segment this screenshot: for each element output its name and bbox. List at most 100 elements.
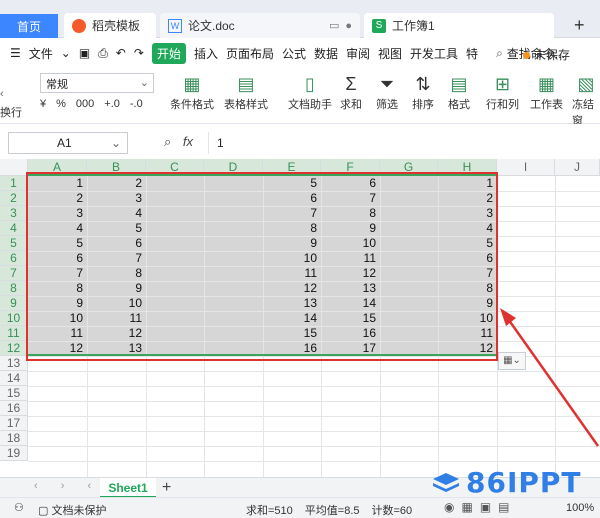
row-header-1[interactable]: 1	[0, 176, 28, 191]
add-sheet-button[interactable]: +	[162, 478, 171, 498]
row-header-13[interactable]: 13	[0, 356, 28, 371]
zoom-level[interactable]: 100%	[566, 502, 594, 514]
tab-workbook[interactable]: S 工作簿1	[364, 13, 554, 38]
chevron-down-icon[interactable]: ⌄	[61, 46, 71, 60]
table-style-button[interactable]: ▤ 表格样式	[224, 72, 268, 112]
tab-workbook-label: 工作簿1	[392, 19, 435, 33]
row-header-5[interactable]: 5	[0, 236, 28, 251]
row-header-18[interactable]: 18	[0, 431, 28, 446]
docer-icon	[72, 18, 86, 33]
avg-stat[interactable]: 平均值=8.5	[305, 502, 360, 518]
zoom-search-icon[interactable]: ⌕	[164, 134, 171, 149]
ribbon-left-arrow-icon[interactable]: ‹	[0, 88, 4, 100]
filter-label: 筛选	[376, 99, 398, 111]
menu-data[interactable]: 数据	[314, 45, 338, 62]
sum-stat[interactable]: 求和=510	[246, 502, 293, 518]
percent-icon[interactable]: %	[56, 98, 66, 110]
protection-label: 文档未保护	[51, 505, 107, 517]
freeze-icon: ▧	[577, 74, 595, 94]
tab-template[interactable]: 稻壳模板	[64, 13, 156, 38]
tab-doc[interactable]: W 论文.doc ▭ ●	[160, 13, 360, 38]
fx-icon[interactable]: fx	[183, 134, 193, 149]
conditional-format-label: 条件格式	[170, 99, 214, 111]
row-header-19[interactable]: 19	[0, 446, 28, 461]
sheet-tab[interactable]: Sheet1	[100, 478, 156, 498]
row-header-6[interactable]: 6	[0, 251, 28, 266]
worksheet-button[interactable]: ▦ 工作表	[530, 72, 563, 112]
window-icon[interactable]: ▭	[329, 19, 339, 32]
row-header-14[interactable]: 14	[0, 371, 28, 386]
row-header-8[interactable]: 8	[0, 281, 28, 296]
row-header-10[interactable]: 10	[0, 311, 28, 326]
menu-developer[interactable]: 开发工具	[410, 45, 458, 62]
rows-cols-button[interactable]: ⊞ 行和列	[486, 72, 519, 112]
macro-icon[interactable]: ⚇	[14, 501, 24, 514]
menu-file[interactable]: 文件	[29, 45, 53, 62]
row-header-2[interactable]: 2	[0, 191, 28, 206]
print-icon[interactable]: ⎙	[98, 46, 108, 61]
format-label: 格式	[448, 99, 470, 111]
decrease-decimal-icon[interactable]: -.0	[130, 98, 143, 110]
name-box[interactable]: A1 ⌄	[8, 132, 128, 154]
search-icon[interactable]: ⌕	[496, 46, 503, 61]
tab-home-label: 首页	[16, 19, 41, 34]
menu-special[interactable]: 特	[466, 45, 478, 62]
formula-tools: ⌕ fx	[164, 134, 193, 150]
undo-icon[interactable]: ↶	[116, 46, 126, 60]
thousands-icon[interactable]: 000	[76, 98, 94, 110]
menu-row: ☰ 文件 ⌄ ▣ ⎙ ↶ ↷ 开始 插入 页面布局 公式 数据 审阅 视图 开发…	[0, 38, 600, 68]
number-format-select[interactable]: 常规 ⌄	[40, 73, 154, 93]
filter-button[interactable]: ⏷ 筛选	[376, 72, 398, 112]
row-header-4[interactable]: 4	[0, 221, 28, 236]
increase-decimal-icon[interactable]: +.0	[104, 98, 120, 110]
conditional-format-button[interactable]: ▦ 条件格式	[170, 72, 214, 112]
doc-assistant-label: 文档助手	[288, 99, 332, 111]
sort-button[interactable]: ⇅ 排序	[412, 72, 434, 112]
unsaved-label: 未保存	[533, 48, 570, 62]
save-icon[interactable]: ▣	[79, 46, 90, 60]
row-header-7[interactable]: 7	[0, 266, 28, 281]
sum-button[interactable]: Σ 求和	[340, 72, 362, 112]
page-layout-icon[interactable]: ▣	[480, 500, 491, 514]
new-tab-button[interactable]: +	[574, 15, 585, 36]
format-button[interactable]: ▤ 格式	[448, 72, 470, 112]
format-icon: ▤	[450, 74, 468, 94]
menu-review[interactable]: 审阅	[346, 45, 370, 62]
menu-page-layout[interactable]: 页面布局	[226, 45, 274, 62]
currency-icon[interactable]: ¥	[40, 98, 46, 110]
hamburger-icon[interactable]: ☰	[10, 46, 21, 60]
menu-formula[interactable]: 公式	[282, 45, 306, 62]
rows-cols-label: 行和列	[486, 99, 519, 111]
row-header-3[interactable]: 3	[0, 206, 28, 221]
row-header-9[interactable]: 9	[0, 296, 28, 311]
menu-insert[interactable]: 插入	[194, 45, 218, 62]
normal-view-icon[interactable]: ▦	[461, 500, 472, 514]
chevron-down-icon: ⌄	[110, 136, 121, 150]
unsaved-indicator[interactable]: 未保存	[522, 46, 570, 63]
row-header-11[interactable]: 11	[0, 326, 28, 341]
formula-input[interactable]: 1	[208, 132, 598, 154]
count-stat[interactable]: 计数=60	[372, 502, 413, 518]
select-all-corner[interactable]	[0, 159, 28, 176]
tab-home[interactable]: 首页	[0, 14, 58, 38]
menu-view[interactable]: 视图	[378, 45, 402, 62]
row-header-15[interactable]: 15	[0, 386, 28, 401]
wrap-text-button[interactable]: 换行	[0, 104, 22, 120]
status-bar: ⚇ ▢ 文档未保护 求和=510 平均值=8.5 计数=60 ◉ ▦ ▣ ▤ 1…	[0, 497, 600, 518]
row-header-12[interactable]: 12	[0, 341, 28, 356]
column-header-i[interactable]: I	[497, 159, 555, 176]
annotation-arrow	[500, 308, 600, 447]
formula-bar: A1 ⌄ ⌕ fx 1	[0, 124, 600, 162]
row-header-17[interactable]: 17	[0, 416, 28, 431]
menu-start[interactable]: 开始	[151, 42, 186, 64]
tab-dot-icon[interactable]: ●	[345, 20, 352, 32]
freeze-button[interactable]: ▧ 冻结窗	[572, 72, 600, 128]
doc-assistant-button[interactable]: ▯ 文档助手	[288, 72, 332, 112]
redo-icon[interactable]: ↷	[134, 46, 144, 60]
protection-status[interactable]: ▢ 文档未保护	[38, 502, 106, 518]
reading-view-icon[interactable]: ▤	[498, 500, 509, 514]
column-header-j[interactable]: J	[555, 159, 600, 176]
sigma-icon: Σ	[345, 74, 357, 94]
row-header-16[interactable]: 16	[0, 401, 28, 416]
eye-icon[interactable]: ◉	[444, 500, 454, 514]
